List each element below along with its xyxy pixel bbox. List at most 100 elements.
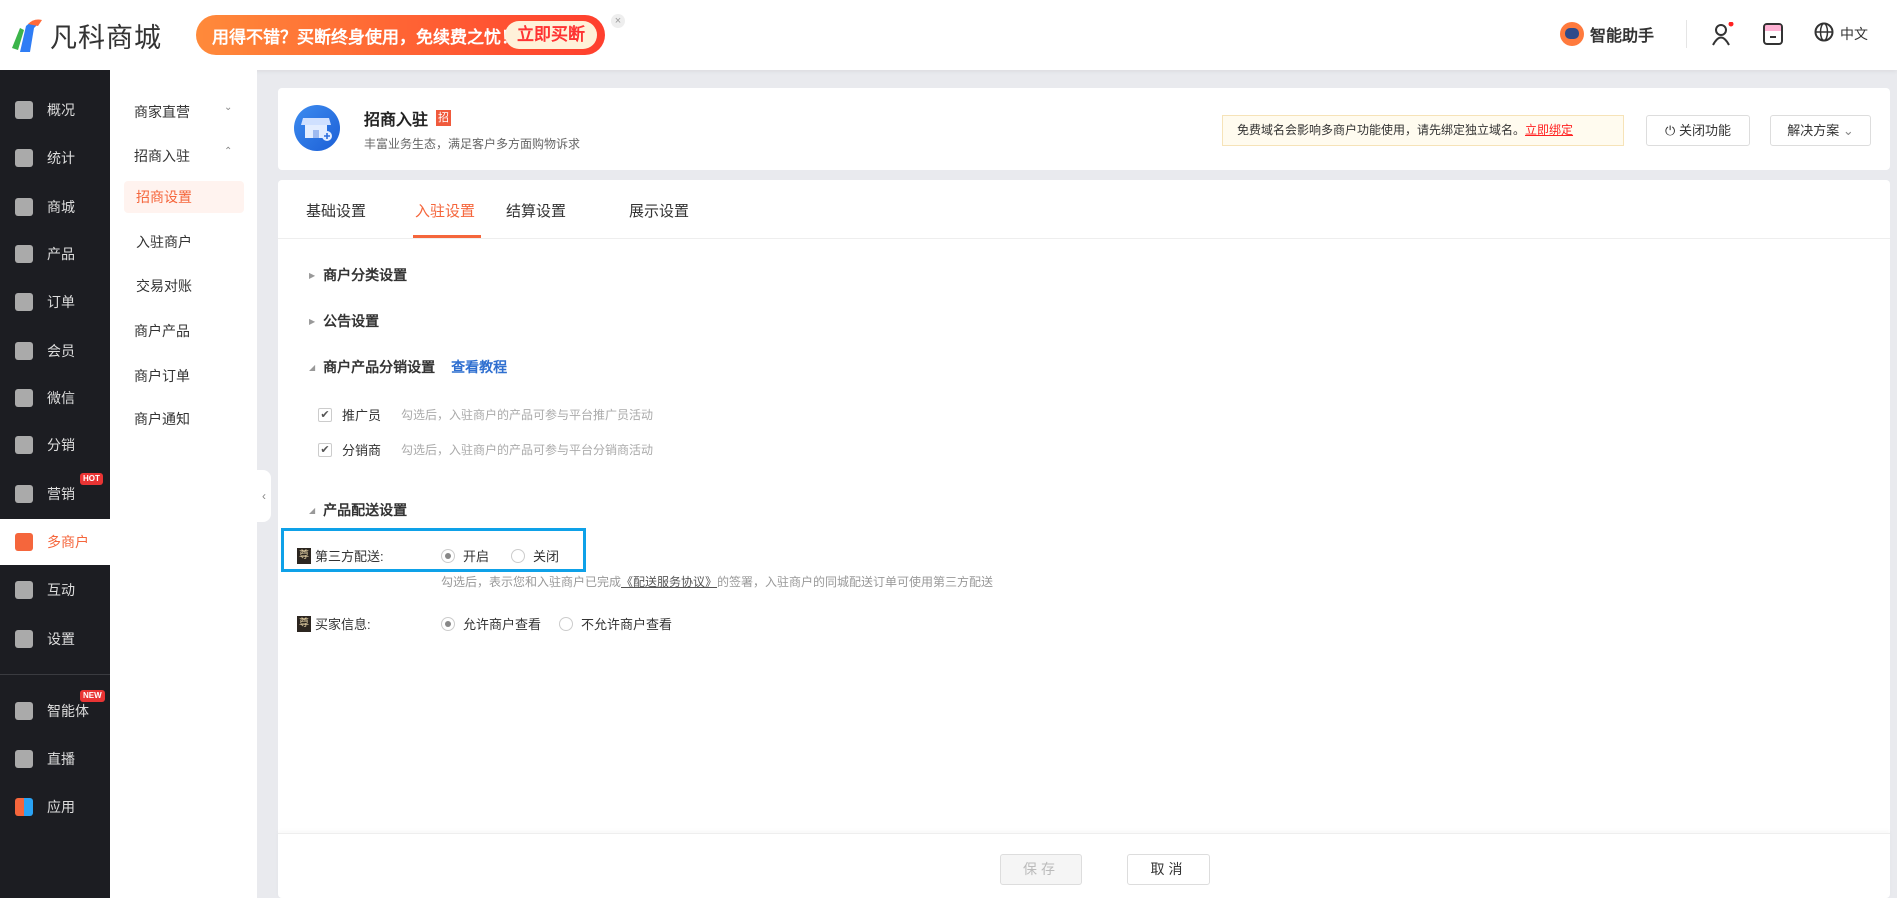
deny-view-radio[interactable] <box>559 616 574 631</box>
sidebar-item[interactable]: 产品 <box>0 231 110 277</box>
buy-now-button[interactable]: 立即买断 <box>505 21 597 49</box>
submenu-item-label: 交易对账 <box>136 278 192 294</box>
sidebar-item[interactable]: 互动 <box>0 567 110 613</box>
submenu-item[interactable]: 商户通知 <box>134 409 190 429</box>
sidebar-item-label: 营销 <box>47 486 75 502</box>
tab-settlement[interactable]: 结算设置 <box>506 200 566 221</box>
chart-icon <box>15 149 33 167</box>
sidebar-item-label: 应用 <box>47 799 75 815</box>
third-party-delivery-row: 尊 第三方配送: 开启 关闭 <box>297 546 559 565</box>
sidebar-item[interactable]: 多商户 <box>0 519 110 565</box>
submenu-item[interactable]: 招商设置 <box>124 181 244 213</box>
collapse-handle[interactable]: ‹ <box>257 470 271 522</box>
language-label: 中文 <box>1840 25 1868 42</box>
sidebar-item-label: 互动 <box>47 582 75 598</box>
sidebar-item[interactable]: 营销 HOT <box>0 471 110 517</box>
logo[interactable]: 凡科商城 <box>10 16 162 55</box>
solutions-dropdown[interactable]: 解决方案 ⌄ <box>1770 115 1871 146</box>
submenu-item-label: 招商设置 <box>136 189 192 205</box>
submenu-item[interactable]: 招商入驻 ⌃ <box>134 146 232 166</box>
sidebar-item-label: 直播 <box>47 751 75 767</box>
section-announcement[interactable]: ▶ 公告设置 <box>309 311 379 331</box>
sidebar-item[interactable]: 概况 <box>0 87 110 133</box>
promoter-option[interactable]: ✔ 推广员 勾选后，入驻商户的产品可参与平台推广员活动 <box>318 405 653 424</box>
language-switch[interactable]: 中文 <box>1814 22 1868 45</box>
sidebar-item[interactable]: 直播 <box>0 736 110 782</box>
badge: NEW <box>80 690 105 702</box>
allow-view-radio[interactable] <box>441 616 455 631</box>
flag-icon <box>15 485 33 503</box>
delivery-on-radio[interactable] <box>441 548 455 563</box>
close-icon[interactable]: × <box>611 14 625 28</box>
cancel-button[interactable]: 取消 <box>1127 854 1210 885</box>
section-delivery[interactable]: ◢ 产品配送设置 <box>309 500 407 520</box>
deny-label: 不允许商户查看 <box>581 617 673 632</box>
promoter-label: 推广员 <box>342 408 382 423</box>
bind-domain-link[interactable]: 立即绑定 <box>1525 123 1573 137</box>
settings-panel: 基础设置 入驻设置 结算设置 展示设置 ▶ 商户分类设置 ▶ 公告设置 ◢ 商户产品分… <box>278 180 1890 898</box>
distributor-option[interactable]: ✔ 分销商 勾选后，入驻商户的产品可参与平台分销商活动 <box>318 440 653 459</box>
tab-onboarding[interactable]: 入驻设置 <box>415 200 475 221</box>
crown-icon <box>15 342 33 360</box>
tab-basic[interactable]: 基础设置 <box>306 200 366 221</box>
submenu-item[interactable]: 商户产品 <box>134 321 190 341</box>
delivery-off-radio[interactable] <box>511 548 526 563</box>
submenu-item[interactable]: 商户订单 <box>134 366 190 386</box>
tab-display[interactable]: 展示设置 <box>629 200 689 221</box>
submenu-item-label: 商户订单 <box>134 368 190 384</box>
badge: HOT <box>80 473 103 485</box>
sidebar-item-label: 智能体 <box>47 703 89 719</box>
section-title: 商户产品分销设置 <box>323 359 436 375</box>
promo-banner[interactable]: 用得不错？买断终身使用，免续费之忧！ 立即买断 <box>196 15 605 55</box>
account-icon[interactable] <box>1710 21 1734 49</box>
sidebar-item[interactable]: 订单 <box>0 279 110 325</box>
sidebar-item-label: 多商户 <box>47 534 89 550</box>
logo-icon <box>10 18 44 54</box>
sub-menu: 商家直营 ⌄ 招商入驻 ⌃ 招商设置入驻商户交易对账商户产品商户订单商户通知 <box>110 70 257 898</box>
robot-icon <box>1560 22 1584 46</box>
main-sidebar: 概况 统计 商城 产品 订单会员微信分销营销 HOT 多商户互动设置智能体 NEW 直播应用 <box>0 70 110 898</box>
sidebar-item-label: 会员 <box>47 343 75 359</box>
sidebar-item[interactable]: 统计 <box>0 135 110 181</box>
on-label: 开启 <box>463 549 490 564</box>
sidebar-item[interactable]: 分销 <box>0 422 110 468</box>
delivery-agreement-link[interactable]: 《配送服务协议》 <box>621 573 717 590</box>
layers-icon <box>15 101 33 119</box>
promoter-hint: 勾选后，入驻商户的产品可参与平台推广员活动 <box>401 408 654 422</box>
section-category[interactable]: ▶ 商户分类设置 <box>309 265 407 285</box>
sidebar-item[interactable]: 应用 <box>0 784 110 830</box>
store-icon[interactable] <box>1762 22 1784 49</box>
sidebar-divider <box>0 674 110 675</box>
submenu-item[interactable]: 商家直营 ⌄ <box>134 102 232 122</box>
caret-right-icon: ▶ <box>309 270 316 280</box>
sidebar-item-label: 设置 <box>47 631 75 647</box>
sidebar-item[interactable]: 设置 <box>0 616 110 662</box>
sidebar-item[interactable]: 商城 <box>0 184 110 230</box>
sidebar-item-label: 分销 <box>47 437 75 453</box>
shop-bag-icon <box>15 198 33 216</box>
sidebar-item[interactable]: 微信 <box>0 375 110 421</box>
sidebar-item[interactable]: 会员 <box>0 328 110 374</box>
submenu-item[interactable]: 入驻商户 <box>124 226 244 258</box>
sidebar-item[interactable]: 智能体 NEW <box>0 688 110 734</box>
assistant-button[interactable]: 智能助手 <box>1560 22 1654 46</box>
chevron-down-icon: ⌄ <box>224 102 233 113</box>
tv-icon <box>15 750 33 768</box>
globe-icon <box>1814 22 1834 45</box>
top-bar: 凡科商城 用得不错？买断终身使用，免续费之忧！ 立即买断 × 智能助手 中文 <box>0 0 1897 70</box>
premium-tag: 尊 <box>297 615 311 632</box>
distributor-checkbox[interactable]: ✔ <box>318 442 332 457</box>
promoter-checkbox[interactable]: ✔ <box>318 407 332 422</box>
submenu-item[interactable]: 交易对账 <box>124 270 244 302</box>
section-distribution[interactable]: ◢ 商户产品分销设置 查看教程 <box>309 357 507 377</box>
close-feature-button[interactable]: ⏻ 关闭功能 <box>1646 115 1750 146</box>
tab-divider <box>278 238 1890 239</box>
submenu-item-label: 商户通知 <box>134 411 190 427</box>
section-title: 产品配送设置 <box>323 502 408 518</box>
page-title: 招商入驻 <box>364 112 429 129</box>
users-icon <box>15 436 33 454</box>
tutorial-link[interactable]: 查看教程 <box>451 357 507 377</box>
save-button[interactable]: 保存 <box>1000 854 1082 885</box>
page-subtitle: 丰富业务生态，满足客户多方面购物诉求 <box>364 137 581 151</box>
chevron-up-icon: ⌃ <box>224 146 233 157</box>
